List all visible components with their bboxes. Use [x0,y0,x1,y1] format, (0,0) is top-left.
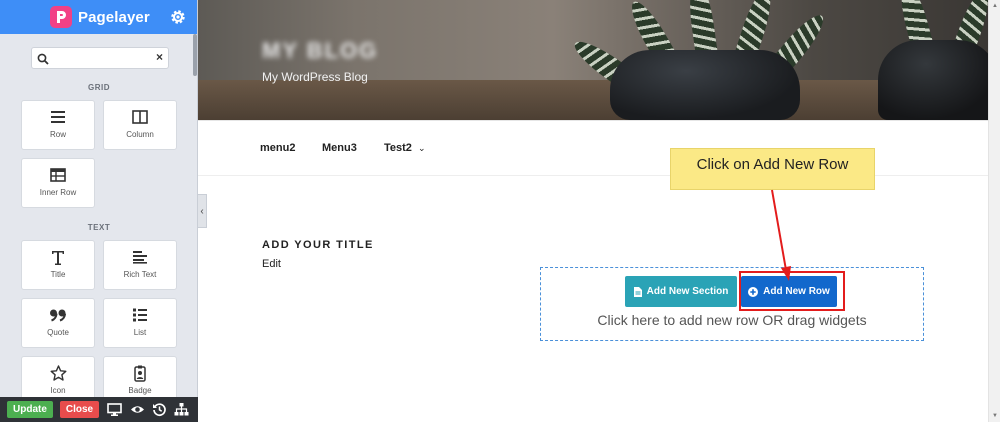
section-title-grid: GRID [88,83,110,92]
update-button[interactable]: Update [7,401,53,418]
dropzone-hint: Click here to add new row OR drag widget… [597,312,867,328]
pagelayer-editor: Pagelayer × GRID Row Column Inner Row TE… [0,0,1000,422]
chevron-down-icon: ⌄ [417,143,426,153]
search-icon [37,52,49,70]
site-tagline: My WordPress Blog [262,70,368,84]
add-row-dropzone[interactable]: Add New Section Add New Row Click here t… [540,267,924,341]
widget-row[interactable]: Row [21,100,95,150]
inner-row-icon [22,166,94,184]
widget-label: Column [126,130,154,139]
widget-list[interactable]: List [103,298,177,348]
preview-eye-icon[interactable] [130,402,145,417]
edit-link[interactable]: Edit [262,258,281,270]
widget-label: Title [50,270,66,279]
badge-icon [104,364,176,382]
add-row-highlight-box [739,271,845,311]
widget-inner-row[interactable]: Inner Row [21,158,95,208]
add-new-section-button[interactable]: Add New Section [625,276,737,307]
widget-rich-text[interactable]: Rich Text [103,240,177,290]
title-icon [22,248,94,266]
row-icon [22,108,94,126]
widget-badge[interactable]: Badge [103,356,177,397]
widget-label: Quote [47,328,69,337]
brand-name: Pagelayer [78,8,150,26]
menu-item-label: Test2 [384,142,412,154]
widget-label: Icon [50,386,66,395]
widget-label: Inner Row [39,188,77,197]
header-table-surface [198,80,988,120]
widget-label: Rich Text [123,270,157,279]
navigator-sitemap-icon[interactable] [174,402,189,417]
document-icon [633,286,642,297]
star-icon [22,364,94,382]
widget-list[interactable]: × GRID Row Column Inner Row TEXT Title R… [0,34,198,397]
chevron-left-icon: ‹ [200,205,204,217]
tutorial-callout: Click on Add New Row [670,148,875,190]
sidebar-scrollbar[interactable] [193,34,197,76]
clear-search-icon[interactable]: × [156,50,163,64]
widget-column[interactable]: Column [103,100,177,150]
widget-quote[interactable]: Quote [21,298,95,348]
scroll-down-icon[interactable]: ▼ [992,413,998,419]
history-icon[interactable] [152,402,167,417]
menu-item-menu2[interactable]: menu2 [260,142,295,154]
page-scrollbar[interactable]: ▲ ▼ [988,0,1000,422]
widget-search-input[interactable]: × [31,47,169,69]
widget-icon[interactable]: Icon [21,356,95,397]
sidebar-header: Pagelayer [0,0,197,34]
widget-title[interactable]: Title [21,240,95,290]
add-new-section-label: Add New Section [646,286,729,297]
widget-sidebar: Pagelayer × GRID Row Column Inner Row TE… [0,0,198,422]
close-button[interactable]: Close [60,401,99,418]
plant-pot [878,40,988,120]
title-widget[interactable]: ADD YOUR TITLE [262,239,374,251]
rich-text-icon [104,248,176,266]
menu-item-test2[interactable]: Test2 ⌄ [384,142,426,154]
site-header-image: MY BLOG My WordPress Blog [198,0,988,120]
settings-gear-icon[interactable] [169,8,187,26]
site-title[interactable]: MY BLOG [262,38,378,64]
collapse-sidebar-toggle[interactable]: ‹ [198,194,207,228]
column-icon [104,108,176,126]
scroll-up-icon[interactable]: ▲ [992,3,998,9]
widget-label: Row [49,130,66,139]
pagelayer-logo-icon [50,6,72,28]
quote-icon [22,306,94,324]
section-title-text: TEXT [87,223,111,232]
plant-pot [610,50,800,120]
widget-label: Badge [128,386,152,395]
widget-label: List [133,328,147,337]
sidebar-footer: Update Close [0,397,198,422]
menu-item-menu3[interactable]: Menu3 [322,142,357,154]
list-icon [104,306,176,324]
desktop-view-icon[interactable] [107,402,122,417]
